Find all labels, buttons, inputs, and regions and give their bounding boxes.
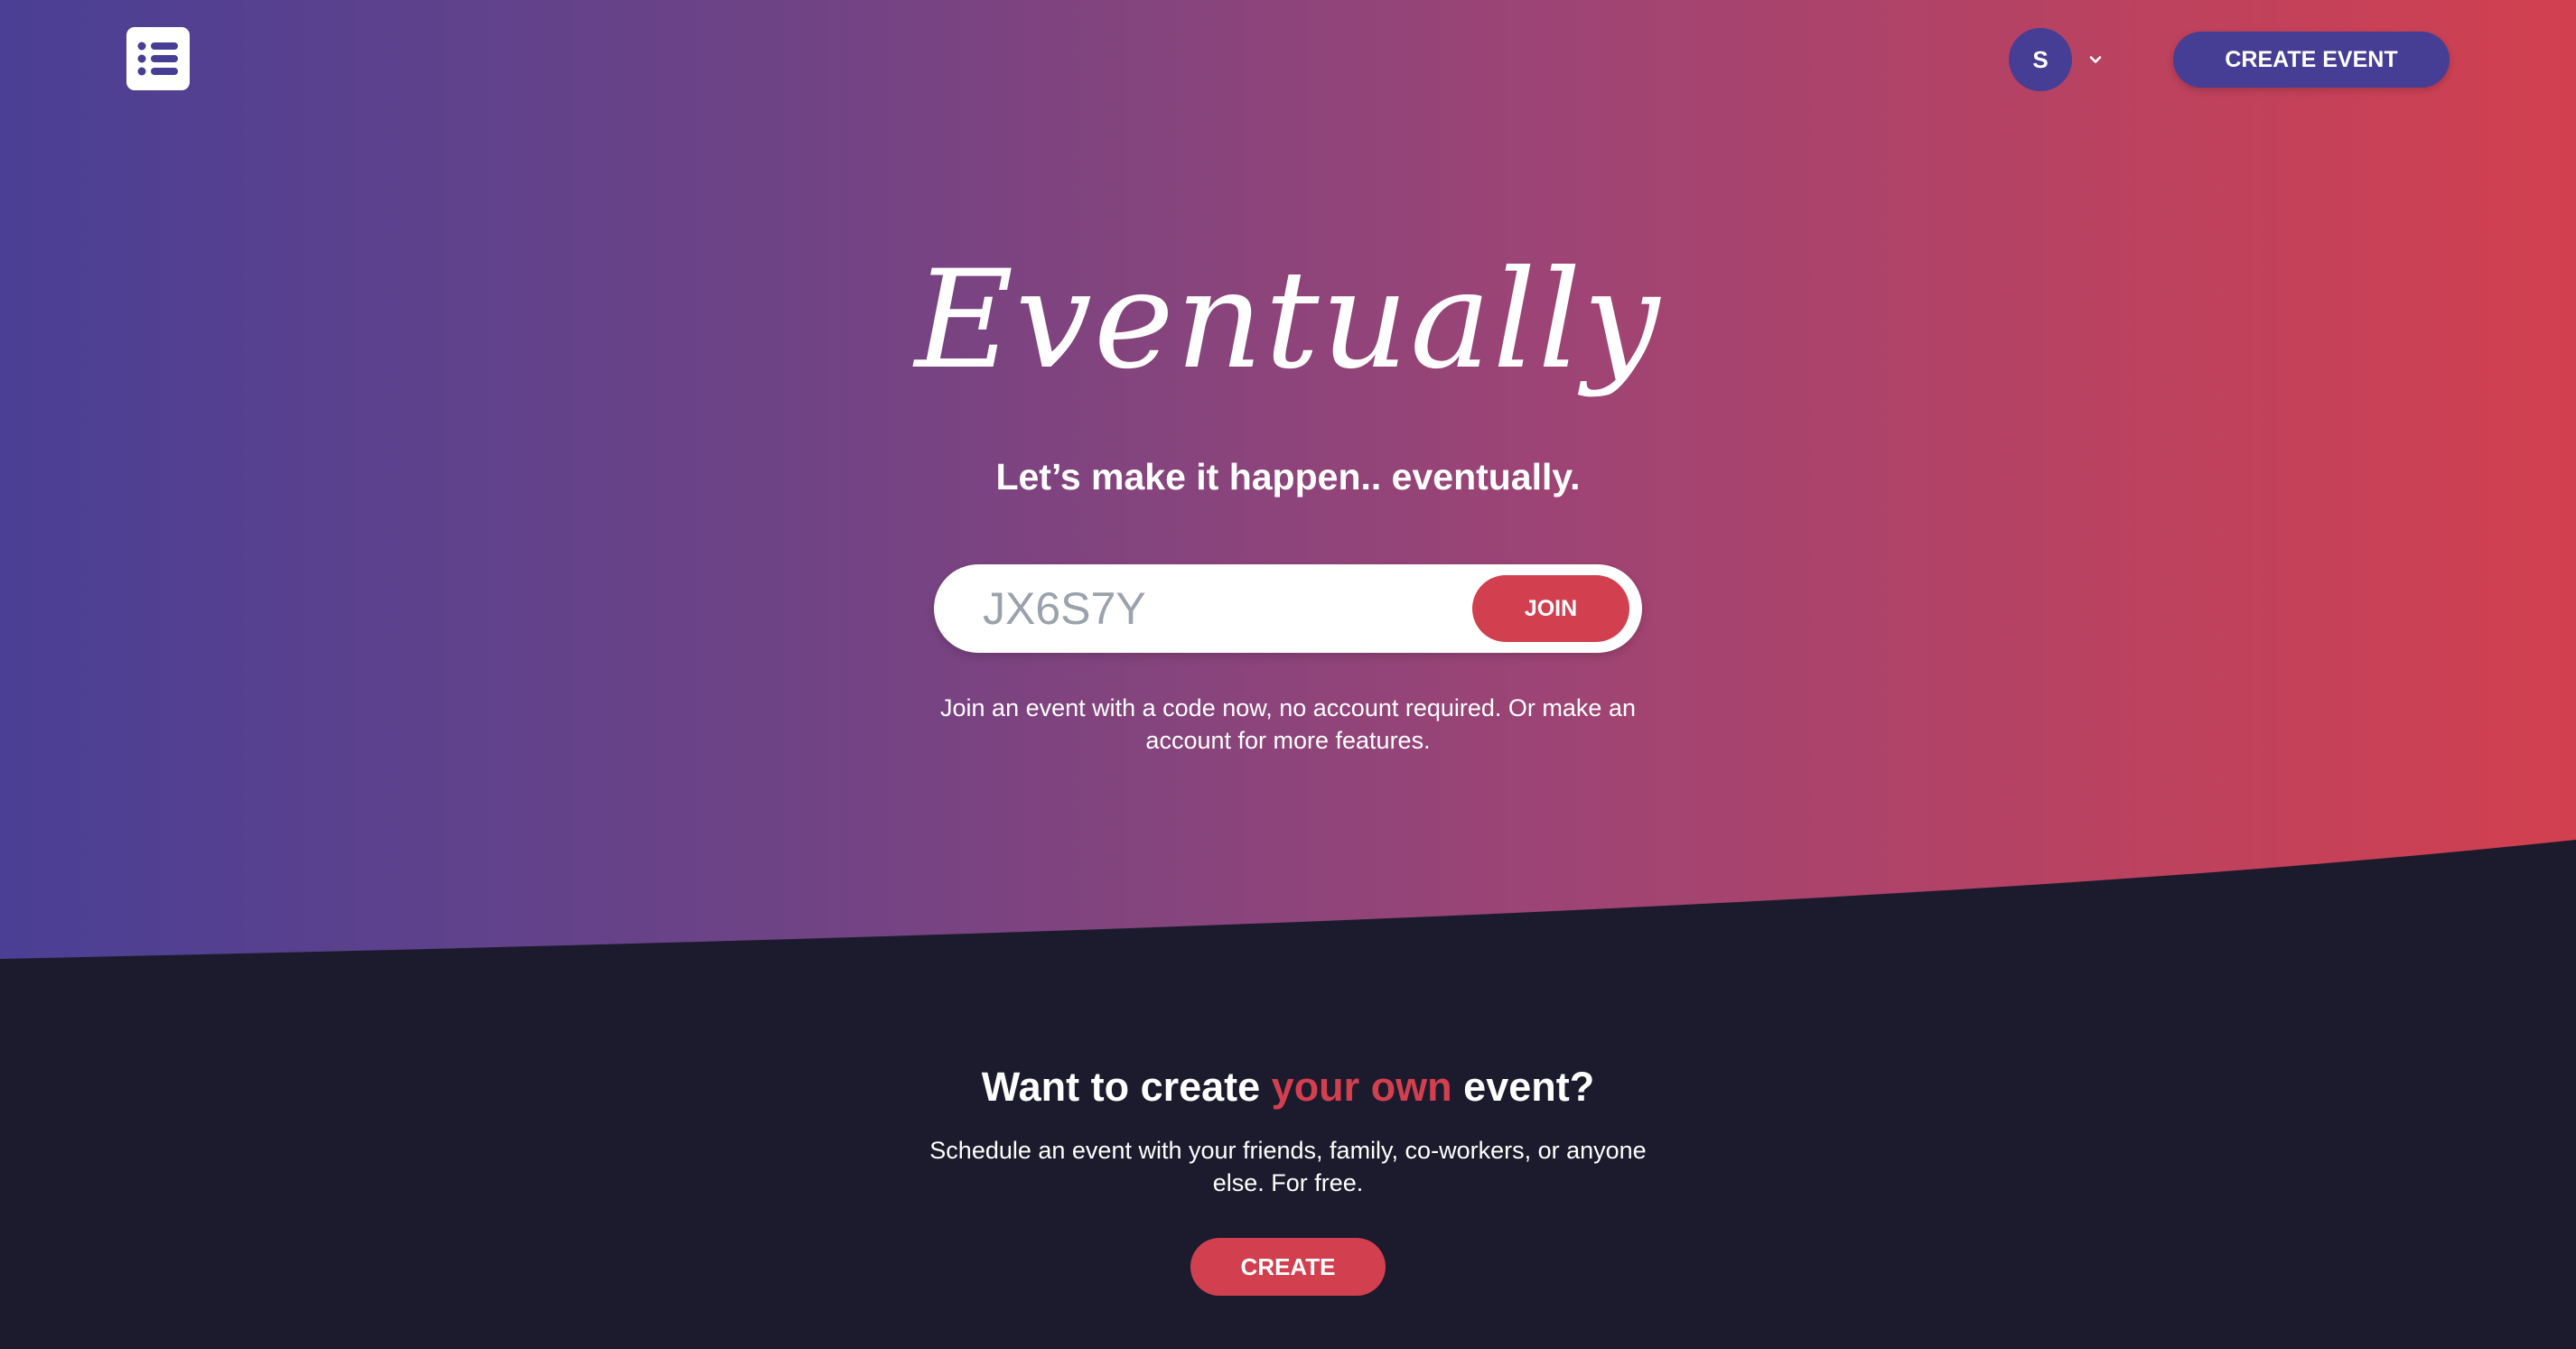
join-note: Join an event with a code now, no accoun…	[940, 694, 1636, 754]
tagline: Let’s make it happen.. eventually.	[995, 456, 1581, 498]
brand-title: Eventually	[914, 242, 1662, 399]
join-button[interactable]: JOIN	[1472, 575, 1629, 642]
list-icon	[137, 42, 178, 76]
cta-description: Schedule an event with your friends, fam…	[929, 1137, 1647, 1196]
user-avatar[interactable]: S	[2009, 28, 2072, 91]
cta-title-before: Want to create	[981, 1064, 1272, 1110]
cta-title-accent: your own	[1271, 1064, 1452, 1110]
app-logo[interactable]	[126, 27, 190, 90]
join-form: JOIN	[934, 564, 1642, 653]
event-code-input[interactable]	[983, 564, 1470, 653]
cta-title-after: event?	[1451, 1064, 1595, 1110]
create-event-button[interactable]: CREATE EVENT	[2173, 32, 2450, 88]
create-button[interactable]: CREATE	[1190, 1238, 1386, 1296]
cta-title: Want to create your own event?	[0, 1060, 2576, 1114]
chevron-down-icon[interactable]	[2086, 51, 2105, 69]
